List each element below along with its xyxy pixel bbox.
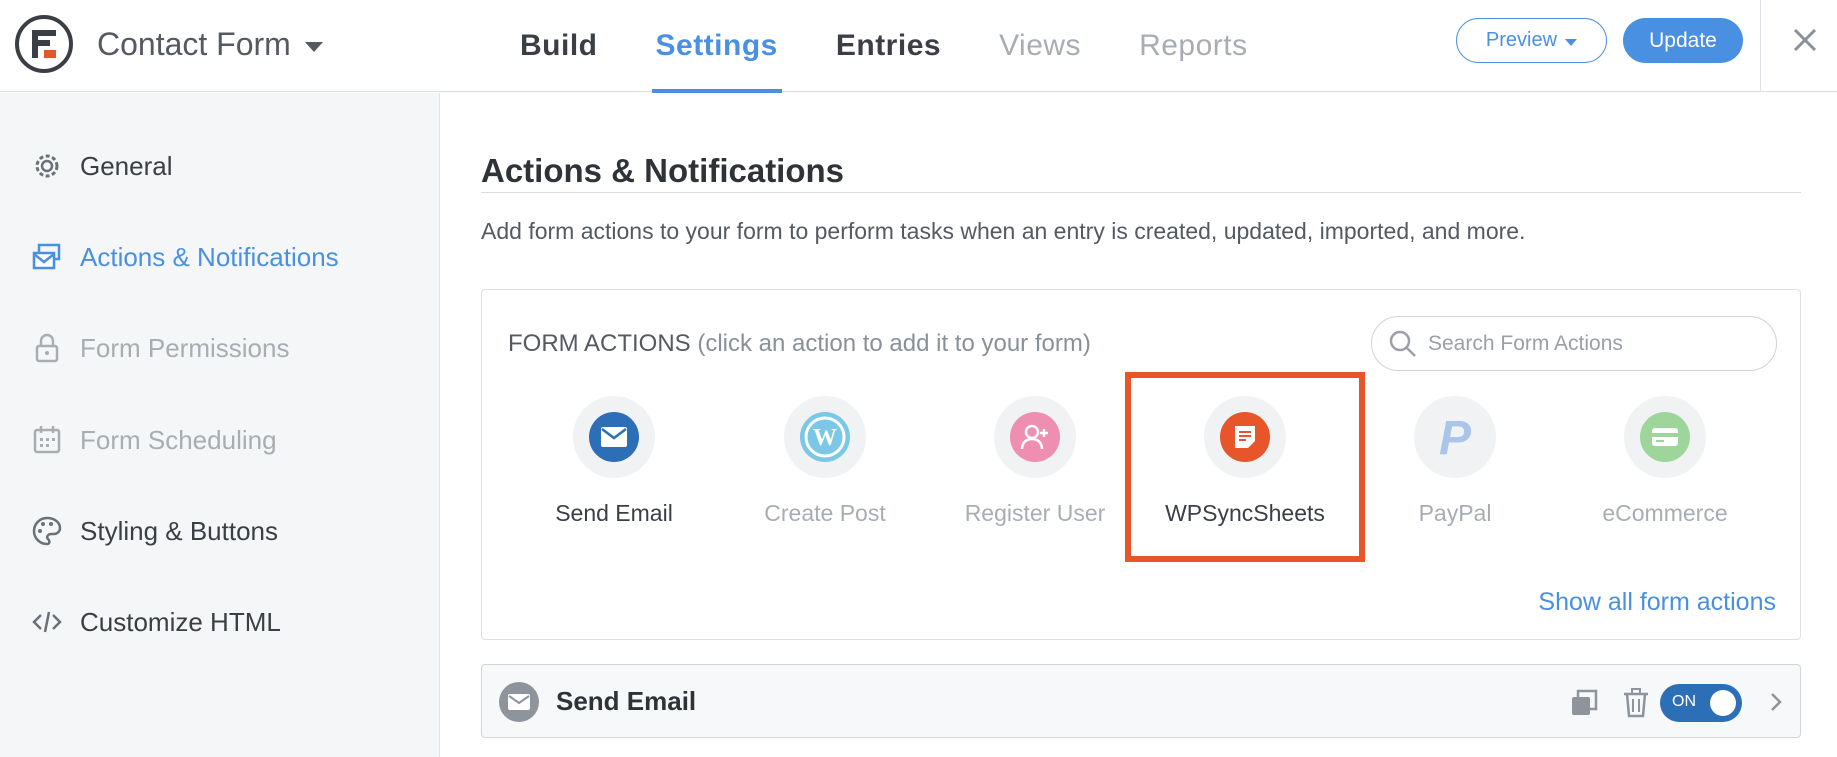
sidebar-item-label: General <box>80 150 173 181</box>
form-title: Contact Form <box>97 26 291 62</box>
close-icon[interactable] <box>1785 20 1825 60</box>
toggle-knob <box>1710 690 1736 716</box>
search-form-actions[interactable] <box>1371 316 1777 371</box>
sidebar-item-form-permissions[interactable]: Form Permissions <box>30 328 289 368</box>
svg-text:P: P <box>1439 412 1472 462</box>
add-user-icon <box>1010 412 1060 462</box>
page-description: Add form actions to your form to perform… <box>481 218 1526 244</box>
preview-label: Preview <box>1485 29 1558 51</box>
divider <box>481 192 1801 193</box>
sidebar-item-general[interactable]: General <box>30 146 173 186</box>
code-icon <box>30 605 64 639</box>
form-actions-heading: FORM ACTIONS (click an action to add it … <box>508 330 1091 358</box>
sidebar-item-actions-notifications[interactable]: Actions & Notifications <box>30 237 339 277</box>
sidebar-item-label: Customize HTML <box>80 606 281 637</box>
chevron-right-icon[interactable] <box>1764 690 1788 714</box>
sidebar-item-styling-buttons[interactable]: Styling & Buttons <box>30 511 278 551</box>
paypal-icon: P <box>1430 412 1480 462</box>
sidebar-item-form-scheduling[interactable]: Form Scheduling <box>30 420 277 460</box>
action-label: Register User <box>964 500 1106 526</box>
action-send-email[interactable]: Send Email <box>514 396 714 536</box>
palette-icon <box>30 514 64 548</box>
credit-card-icon <box>1640 412 1690 462</box>
installed-action-row[interactable]: Send Email ON <box>481 664 1801 738</box>
form-actions-panel: FORM ACTIONS (click an action to add it … <box>481 289 1801 640</box>
search-icon <box>1389 330 1416 357</box>
sidebar-item-label: Form Scheduling <box>80 424 277 455</box>
action-paypal[interactable]: P PayPal <box>1355 396 1555 536</box>
sidebar-item-customize-html[interactable]: Customize HTML <box>30 602 281 642</box>
sidebar-item-label: Styling & Buttons <box>80 515 278 546</box>
update-button[interactable]: Update <box>1623 18 1743 63</box>
gear-icon <box>30 149 64 183</box>
envelopes-icon <box>30 240 64 274</box>
tab-build[interactable]: Build <box>520 0 598 92</box>
form-title-dropdown[interactable]: Contact Form <box>97 26 323 63</box>
main-tabs: Build Settings Entries Views Reports <box>520 0 1306 93</box>
tab-reports[interactable]: Reports <box>1139 0 1248 92</box>
action-label: eCommerce <box>1602 500 1728 526</box>
action-register-user[interactable]: Register User <box>935 396 1135 536</box>
tab-views[interactable]: Views <box>999 0 1081 92</box>
wordpress-icon: W <box>800 412 850 462</box>
preview-button[interactable]: Preview <box>1456 18 1607 63</box>
action-label: Send Email <box>555 500 673 526</box>
svg-text:W: W <box>813 425 837 451</box>
search-input[interactable] <box>1428 331 1758 356</box>
duplicate-icon[interactable] <box>1568 687 1600 719</box>
action-toggle[interactable]: ON <box>1660 684 1742 722</box>
formidable-logo[interactable] <box>14 14 74 74</box>
chevron-down-icon <box>1565 38 1578 46</box>
tab-settings[interactable]: Settings <box>651 0 783 93</box>
show-all-form-actions-link[interactable]: Show all form actions <box>1538 588 1776 617</box>
installed-action-name: Send Email <box>556 686 697 716</box>
trash-icon[interactable] <box>1620 687 1652 719</box>
top-bar: Contact Form Build Settings Entries View… <box>0 0 1837 93</box>
action-icon-background <box>1624 396 1706 478</box>
calendar-icon <box>30 423 64 457</box>
sidebar-item-label: Actions & Notifications <box>80 241 339 272</box>
sidebar-item-label: Form Permissions <box>80 332 290 363</box>
toggle-label: ON <box>1672 693 1696 710</box>
tab-entries[interactable]: Entries <box>836 0 941 92</box>
envelope-icon <box>589 412 639 462</box>
page-title: Actions & Notifications <box>481 152 845 189</box>
action-create-post[interactable]: W Create Post <box>725 396 925 536</box>
action-icon-background <box>994 396 1076 478</box>
form-actions-title: FORM ACTIONS <box>508 330 691 357</box>
action-icon-background: P <box>1414 396 1496 478</box>
highlight-box <box>1125 372 1365 562</box>
envelope-icon <box>499 682 539 722</box>
action-label: Create Post <box>764 500 886 526</box>
action-label: PayPal <box>1418 500 1492 526</box>
action-ecommerce[interactable]: eCommerce <box>1565 396 1765 536</box>
settings-sidebar: General Actions & Notifications Form Per… <box>0 93 440 757</box>
divider <box>1760 0 1761 92</box>
lock-icon <box>30 331 64 365</box>
action-icon-background: W <box>784 396 866 478</box>
chevron-down-icon <box>304 41 323 52</box>
form-actions-hint: (click an action to add it to your form) <box>697 330 1091 357</box>
action-icon-background <box>573 396 655 478</box>
